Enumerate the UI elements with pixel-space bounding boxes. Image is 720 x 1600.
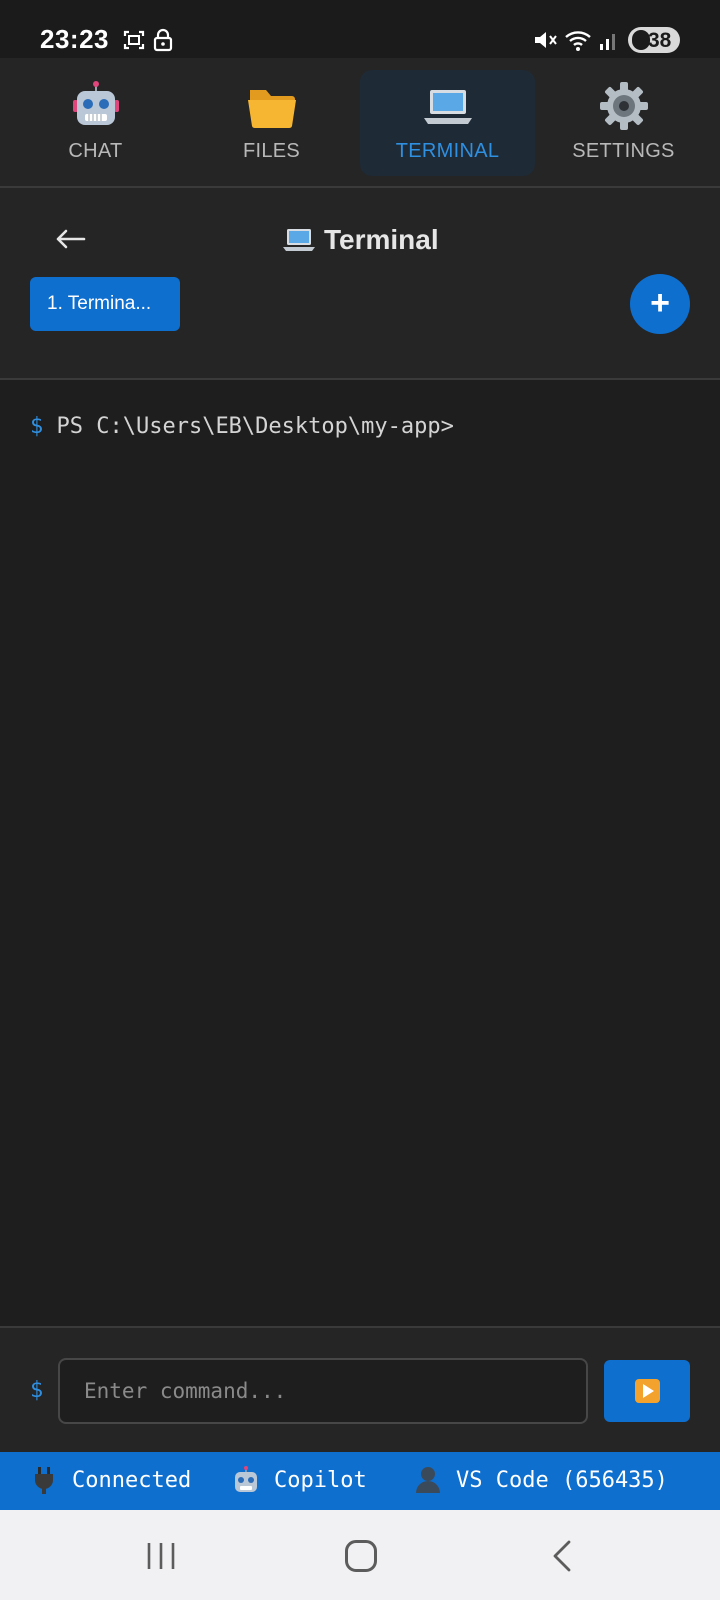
play-icon: [635, 1379, 660, 1403]
robot-icon: [72, 81, 119, 125]
terminal-header: Terminal 1. Termina... +: [0, 188, 720, 380]
user-icon: [416, 1467, 440, 1493]
agent-status: Copilot: [232, 1465, 367, 1495]
tab-settings-label: SETTINGS: [572, 140, 675, 162]
page-title-text: Terminal: [324, 224, 439, 255]
back-icon[interactable]: [552, 1540, 572, 1572]
tab-files[interactable]: FILES: [184, 70, 359, 176]
command-input[interactable]: [58, 1358, 588, 1424]
status-bar: 23:23 38: [0, 0, 720, 58]
laptop-icon: [423, 90, 472, 124]
terminal-output[interactable]: $ PS C:\Users\EB\Desktop\my-app>: [0, 380, 720, 1326]
tab-terminal[interactable]: TERMINAL: [360, 70, 535, 176]
laptop-icon: [283, 229, 315, 251]
tab-chat[interactable]: CHAT: [8, 70, 183, 176]
editor-status-text: VS Code (656435): [456, 1467, 668, 1493]
home-icon[interactable]: [345, 1540, 377, 1572]
run-command-button[interactable]: [604, 1360, 690, 1422]
signal-icon: [600, 34, 615, 50]
terminal-session-tab[interactable]: 1. Termina...: [30, 277, 180, 331]
robot-icon: [235, 1466, 257, 1492]
tab-files-label: FILES: [242, 140, 301, 162]
prompt-path: PS C:\Users\EB\Desktop\my-app>: [56, 414, 454, 439]
top-nav: CHAT FILES TERMINAL SETTINGS: [0, 58, 720, 188]
back-arrow-icon[interactable]: [52, 224, 88, 254]
status-strip: Connected Copilot VS Code (656435): [0, 1452, 720, 1510]
battery-indicator: 38: [628, 27, 680, 53]
command-prompt-symbol: $: [30, 1378, 44, 1403]
plug-icon: [35, 1467, 53, 1494]
connection-status-text: Connected: [72, 1467, 192, 1493]
command-bar: $: [0, 1326, 720, 1452]
agent-status-text: Copilot: [274, 1467, 367, 1493]
mute-icon: [535, 32, 557, 48]
recent-apps-icon[interactable]: [146, 1542, 176, 1570]
gear-icon: [599, 82, 648, 130]
folder-icon: [247, 90, 296, 129]
terminal-prompt-line: $ PS C:\Users\EB\Desktop\my-app>: [30, 414, 454, 439]
tab-settings[interactable]: SETTINGS: [536, 70, 711, 176]
editor-status: VS Code (656435): [414, 1465, 668, 1495]
battery-level: 38: [648, 29, 672, 52]
tab-terminal-label: TERMINAL: [395, 140, 500, 162]
add-terminal-button[interactable]: +: [630, 274, 690, 334]
lock-icon: [153, 28, 173, 52]
page-title: Terminal: [282, 220, 439, 260]
connection-status: Connected: [30, 1465, 191, 1495]
android-nav-bar: [0, 1510, 720, 1600]
tab-chat-label: CHAT: [68, 140, 123, 162]
prompt-symbol: $: [30, 414, 44, 439]
wifi-icon: [565, 31, 591, 51]
screenshot-icon: [123, 30, 145, 50]
status-time: 23:23: [40, 24, 109, 54]
